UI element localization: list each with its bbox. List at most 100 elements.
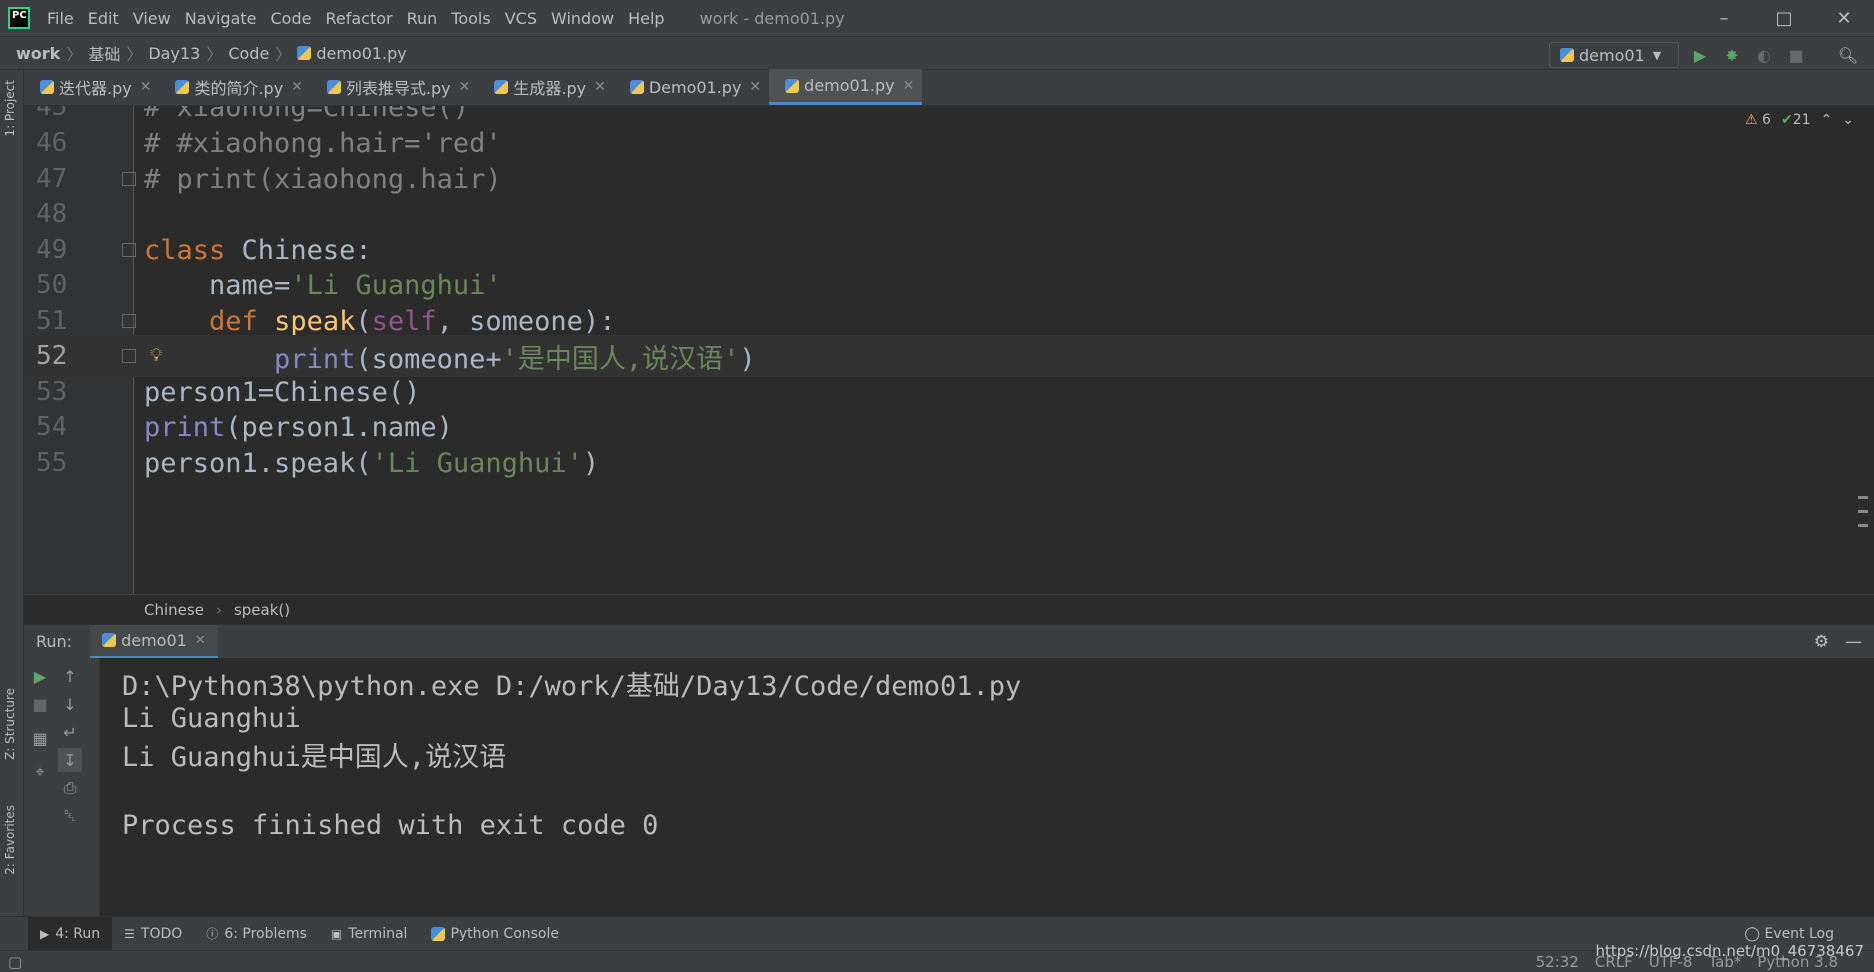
line-number: 45 — [36, 106, 68, 122]
punctuation: ( — [355, 305, 372, 337]
fold-marker-icon[interactable] — [122, 172, 136, 186]
tab-generator[interactable]: 生成器.py ✕ — [478, 69, 613, 105]
scroll-to-end-icon[interactable]: ↧ — [58, 748, 82, 772]
run-icon: ▶ — [40, 926, 50, 941]
minimize-icon[interactable]: — — [1845, 632, 1862, 652]
close-icon[interactable]: ✕ — [749, 79, 761, 95]
editor-breadcrumb: Chinese › speak() — [24, 594, 1874, 624]
run-config-selector[interactable]: demo01 ▼ — [1549, 42, 1679, 68]
code-line: 55 person1.speak('Li Guanghui') — [24, 442, 1874, 484]
project-tool-button[interactable]: 1: Project — [3, 80, 17, 137]
tab-Demo01[interactable]: Demo01.py ✕ — [614, 69, 769, 105]
favorites-tool-button[interactable]: 2: Favorites — [3, 805, 17, 875]
tool-run[interactable]: ▶ 4: Run — [28, 916, 113, 951]
crumb-jichu[interactable]: 基础 — [82, 41, 126, 65]
pin-icon[interactable]: ⌖ — [28, 760, 52, 784]
crumb-work[interactable]: work — [0, 44, 66, 63]
menu-vcs[interactable]: VCS — [498, 9, 544, 28]
arrow-down-icon[interactable]: ↓ — [58, 692, 82, 716]
identifier: (someone+ — [355, 343, 502, 375]
close-icon[interactable]: ✕ — [903, 78, 915, 94]
print-icon[interactable]: ⎙ — [58, 776, 82, 800]
menu-edit[interactable]: Edit — [81, 9, 126, 28]
event-log-button[interactable]: ◯ Event Log — [1744, 926, 1834, 942]
debug-icon[interactable]: ✸ — [1722, 45, 1742, 65]
close-icon[interactable]: ✕ — [195, 633, 206, 648]
tool-label: Python Console — [450, 925, 559, 942]
identifier: (person1.name) — [225, 411, 453, 443]
layout-icon[interactable]: ▦ — [28, 726, 52, 750]
stop-icon[interactable]: ■ — [28, 692, 52, 716]
editor-tabs: 迭代器.py ✕ 类的简介.py ✕ 列表推导式.py ✕ 生成器.py ✕ Demo0… — [24, 69, 1874, 106]
window-title: work - demo01.py — [699, 8, 845, 28]
run-console[interactable]: D:\Python38\python.exe D:/work/基础/Day13/… — [100, 658, 1874, 916]
run-tab-demo01[interactable]: demo01 ✕ — [90, 624, 218, 659]
console-line: Li Guanghui是中国人,说汉语 — [122, 741, 507, 773]
breadcrumb-class[interactable]: Chinese — [144, 601, 204, 619]
trash-icon[interactable]: ␡ — [58, 804, 82, 828]
tab-list-comprehension[interactable]: 列表推导式.py ✕ — [311, 69, 478, 105]
coverage-icon[interactable]: ◐ — [1754, 45, 1774, 65]
string-literal: '是中国人,说汉语' — [501, 343, 740, 375]
menu-window[interactable]: Window — [544, 9, 621, 28]
line-number: 48 — [36, 199, 68, 229]
run-icon[interactable]: ▶ — [1690, 45, 1710, 65]
pycharm-logo-icon: PC — [8, 7, 30, 29]
minimize-button[interactable]: – — [1694, 0, 1754, 36]
window-controls: – □ ✕ — [1694, 0, 1874, 36]
tab-iterator[interactable]: 迭代器.py ✕ — [24, 69, 159, 105]
rerun-icon[interactable]: ▶ — [28, 664, 52, 688]
tab-label: 类的简介.py — [194, 79, 284, 98]
scroll-marker — [1858, 496, 1868, 499]
event-log-label: Event Log — [1764, 926, 1834, 942]
tool-python-console[interactable]: Python Console — [419, 917, 571, 951]
menu-navigate[interactable]: Navigate — [178, 9, 264, 28]
code-text: def speak(self, someone): — [144, 306, 615, 337]
close-icon[interactable]: ✕ — [594, 79, 606, 95]
breadcrumb-method[interactable]: speak() — [234, 601, 290, 619]
arrow-up-icon[interactable]: ↑ — [58, 664, 82, 688]
structure-tool-button[interactable]: Z: Structure — [3, 688, 17, 760]
tool-todo[interactable]: ☰ TODO — [112, 917, 194, 951]
run-tool-header: Run: demo01 ✕ ⚙ — — [24, 624, 1874, 659]
layout-toggle-icon[interactable]: ▢ — [8, 953, 22, 971]
menu-refactor[interactable]: Refactor — [318, 9, 399, 28]
python-file-icon — [40, 80, 54, 94]
close-window-button[interactable]: ✕ — [1814, 0, 1874, 36]
line-number: 54 — [36, 412, 68, 442]
tab-demo01[interactable]: demo01.py ✕ — [769, 69, 923, 105]
soft-wrap-icon[interactable]: ↵ — [58, 720, 82, 744]
menu-code[interactable]: Code — [264, 9, 319, 28]
python-file-icon — [785, 78, 800, 93]
maximize-button[interactable]: □ — [1754, 0, 1814, 36]
search-icon[interactable]: 🔍︎ — [1838, 45, 1858, 65]
close-icon[interactable]: ✕ — [291, 79, 303, 95]
crumb-file[interactable]: demo01.py — [291, 44, 412, 63]
crumb-day13[interactable]: Day13 — [142, 44, 206, 63]
fold-marker-icon[interactable] — [122, 349, 136, 363]
tool-label: 4: Run — [55, 925, 101, 942]
fold-marker-icon[interactable] — [122, 243, 136, 257]
close-icon[interactable]: ✕ — [459, 79, 471, 95]
menu-run[interactable]: Run — [400, 9, 445, 28]
tool-label: 6: Problems — [224, 925, 307, 942]
python-file-icon — [326, 80, 341, 94]
gear-icon[interactable]: ⚙ — [1814, 632, 1829, 652]
tool-problems[interactable]: ⓘ 6: Problems — [194, 917, 319, 951]
stop-icon[interactable]: ■ — [1786, 45, 1806, 65]
tab-class-intro[interactable]: 类的简介.py ✕ — [159, 69, 310, 105]
caret-position[interactable]: 52:32 — [1536, 953, 1579, 971]
menu-file[interactable]: File — [40, 9, 81, 28]
close-icon[interactable]: ✕ — [140, 79, 152, 95]
menu-view[interactable]: View — [126, 9, 178, 28]
tool-terminal[interactable]: ▣ Terminal — [319, 917, 420, 951]
fold-marker-icon[interactable] — [122, 314, 136, 328]
python-icon — [102, 633, 117, 647]
crumb-code[interactable]: Code — [222, 44, 275, 63]
code-editor[interactable]: ⚠ 6 ✔21 ⌃ ⌄ 45 # xiaohong=Chinese() 46 #… — [24, 106, 1874, 594]
menu-help[interactable]: Help — [621, 9, 671, 28]
chevron-right-icon: 〉 — [275, 45, 292, 64]
python-file-icon — [297, 46, 312, 60]
menu-tools[interactable]: Tools — [444, 9, 497, 28]
